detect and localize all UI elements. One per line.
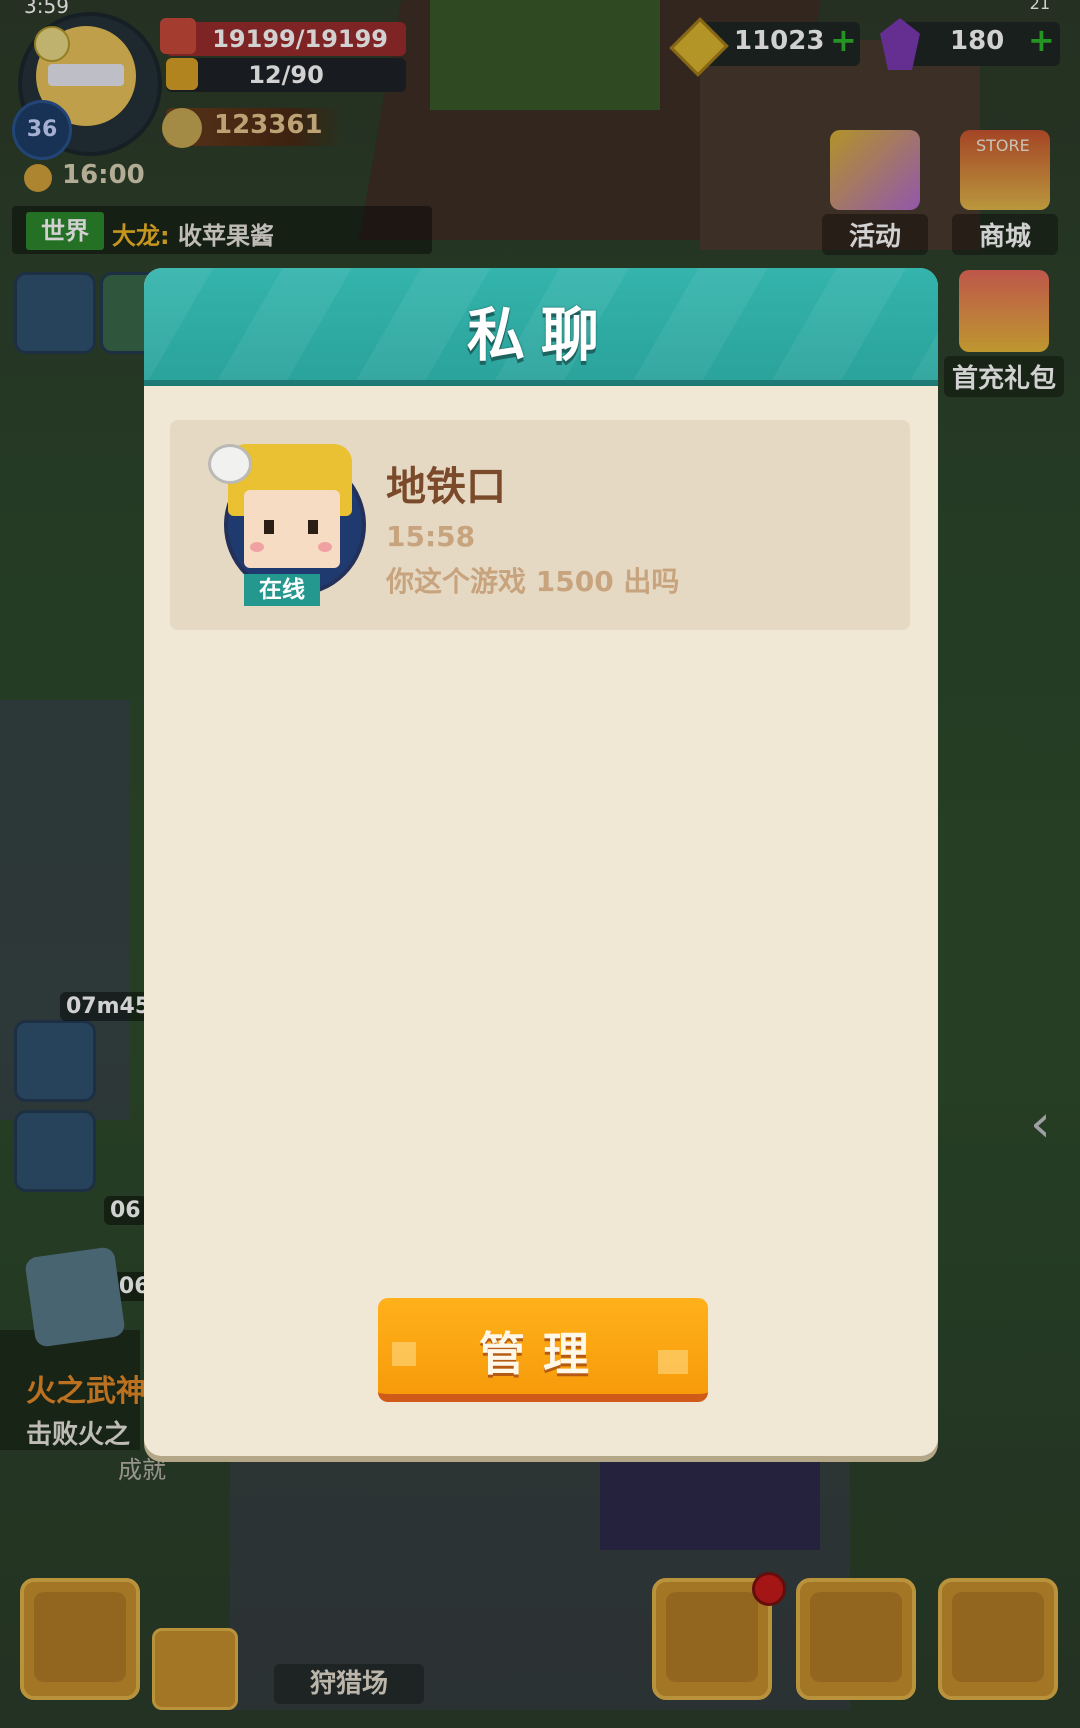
online-status-badge: 在线	[244, 574, 320, 606]
feather-icon	[208, 444, 252, 484]
manage-button-label: 管理	[479, 1327, 607, 1381]
manage-button[interactable]: 管理	[378, 1298, 708, 1402]
avatar-face	[244, 490, 340, 568]
private-chat-dialog: 私聊 在线 地铁口 15:58 你这个游戏 1500 出吗 管理	[144, 268, 938, 1456]
message-preview: 你这个游戏 1500 出吗	[386, 565, 680, 598]
avatar-blush-left	[250, 542, 264, 552]
message-time: 15:58	[386, 520, 476, 553]
avatar-eye-right	[308, 520, 318, 534]
avatar-eye-left	[264, 520, 274, 534]
contact-avatar[interactable]	[206, 424, 366, 596]
dialog-title: 私聊	[466, 301, 615, 369]
contact-name: 地铁口	[386, 464, 506, 510]
dialog-header: 私聊	[144, 268, 938, 386]
avatar-blush-right	[318, 542, 332, 552]
